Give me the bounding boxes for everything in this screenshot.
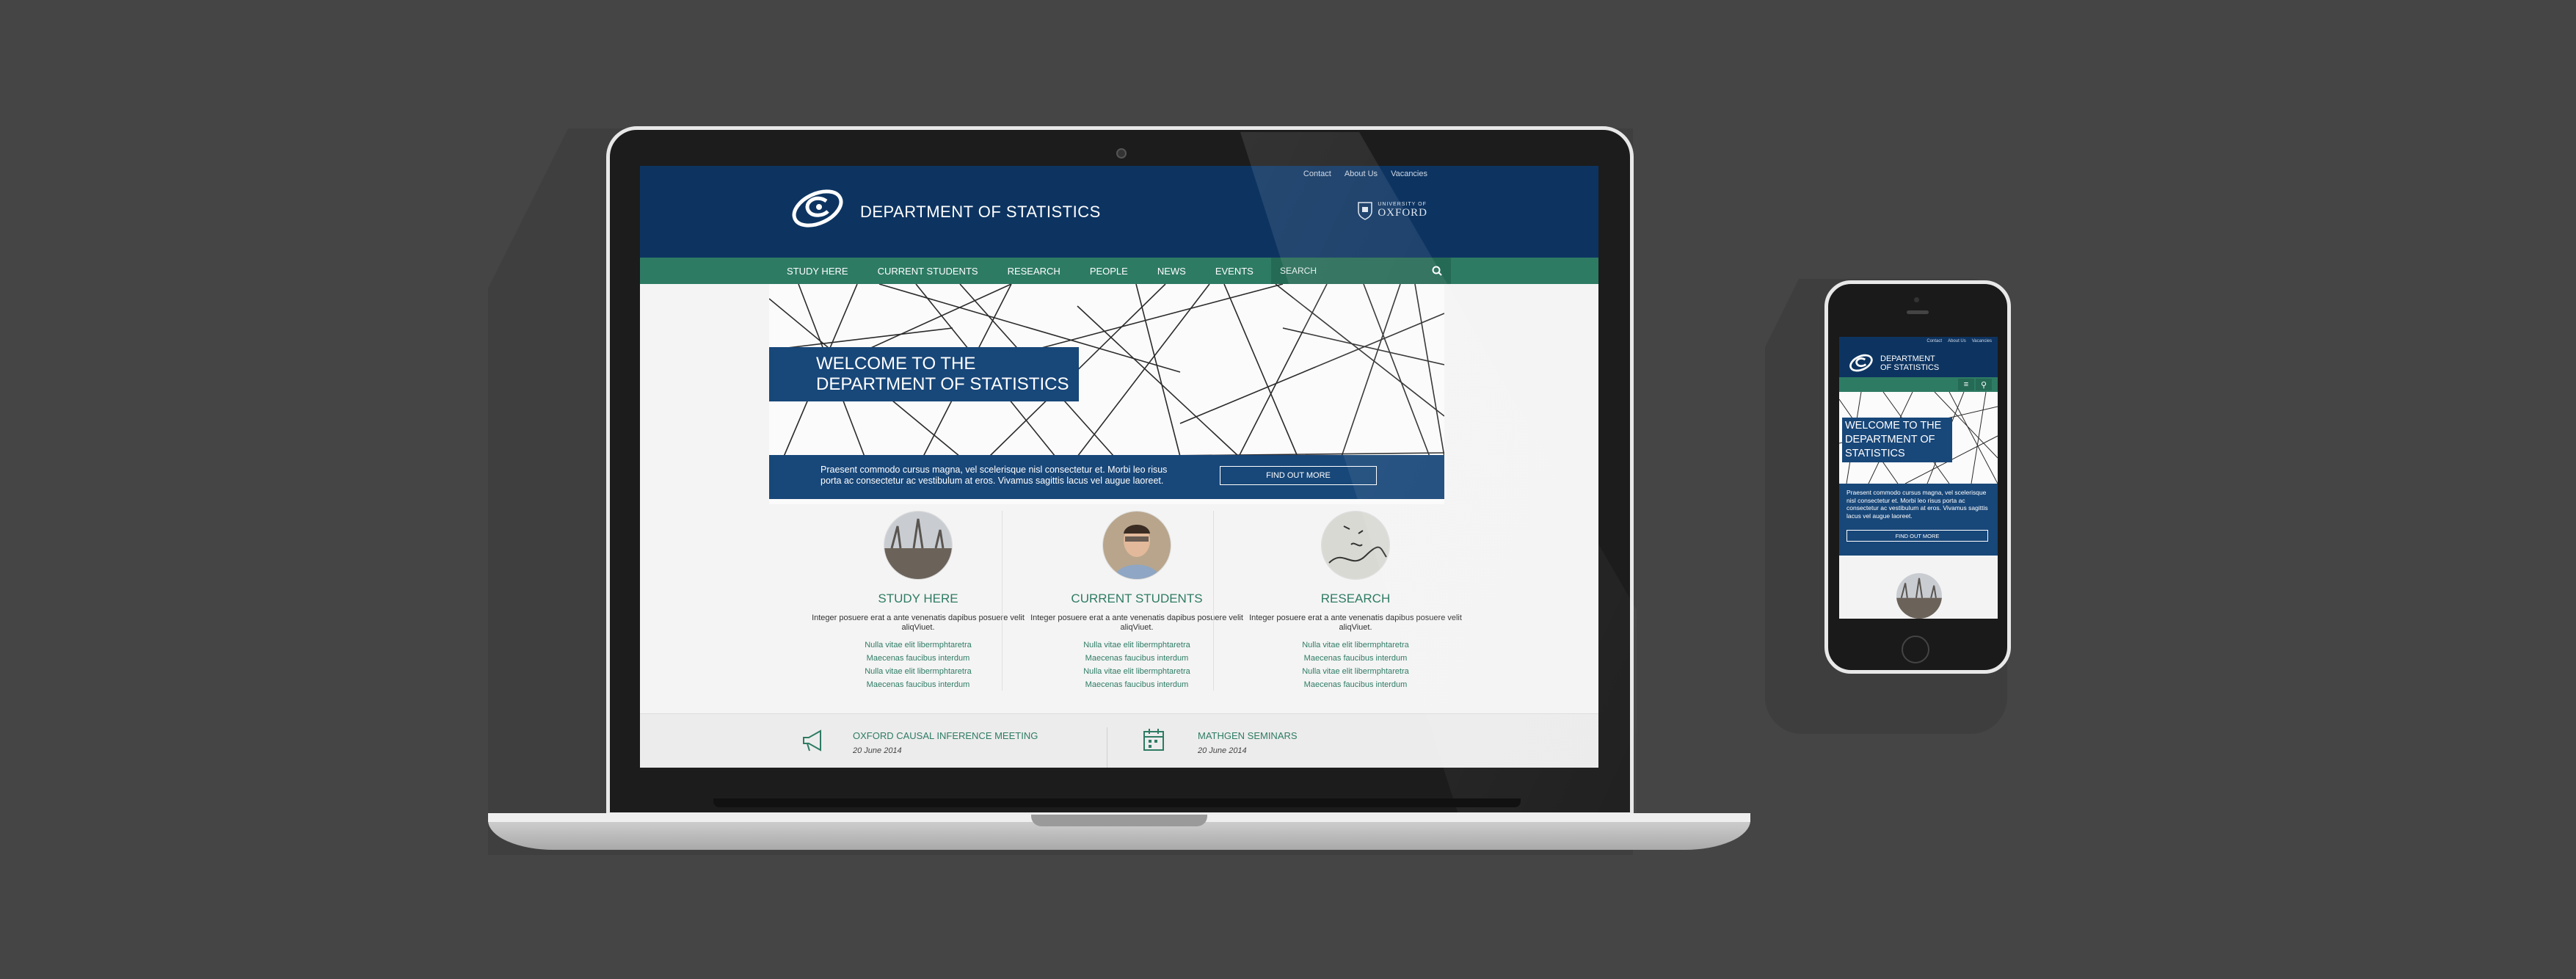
phone-speaker — [1907, 310, 1929, 314]
hero-line-1: WELCOME TO THE — [816, 354, 976, 374]
nav-study-here[interactable]: STUDY HERE — [787, 266, 848, 277]
mobile-title-line-1: DEPARTMENT — [1880, 354, 1935, 363]
mobile-title-line-2: OF STATISTICS — [1880, 363, 1940, 372]
phone-camera — [1914, 297, 1919, 302]
laptop-notch — [1031, 815, 1207, 826]
mobile-study-image[interactable] — [1896, 573, 1942, 619]
column-link[interactable]: Nulla vitae elit libermphtaretra — [1248, 665, 1463, 678]
mobile-find-out-more-button[interactable]: FIND OUT MORE — [1847, 530, 1988, 542]
column-heading[interactable]: RESEARCH — [1248, 592, 1463, 606]
site-title[interactable]: DEPARTMENT OF STATISTICS — [860, 203, 1101, 222]
phone-home-button[interactable] — [1902, 636, 1929, 663]
mobile-site-title[interactable]: DEPARTMENT OF STATISTICS — [1880, 354, 1939, 372]
column-link[interactable]: Nulla vitae elit libermphtaretra — [1029, 665, 1245, 678]
menu-icon[interactable]: ≡ — [1958, 379, 1974, 390]
nav-events[interactable]: EVENTS — [1215, 266, 1254, 277]
events-strip: OXFORD CAUSAL INFERENCE MEETING 20 June … — [640, 713, 1598, 768]
top-link-contact[interactable]: Contact — [1303, 170, 1331, 178]
event-date: 20 June 2014 — [1198, 746, 1247, 755]
column-link[interactable]: Nulla vitae elit libermphtaretra — [1248, 638, 1463, 652]
column-link[interactable]: Maecenas faucibus interdum — [810, 652, 1026, 665]
hero-welcome-box: WELCOME TO THE DEPARTMENT OF STATISTICS — [769, 347, 1080, 401]
search-icon[interactable] — [1432, 266, 1442, 276]
oxford-logo[interactable]: UNIVERSITY OF OXFORD — [1357, 201, 1427, 220]
mobile-hero-line-3: STATISTICS — [1845, 448, 1905, 459]
calendar-icon — [1143, 729, 1164, 751]
oxford-big-text: OXFORD — [1378, 207, 1427, 219]
mobile-hero-line-2: DEPARTMENT OF — [1845, 434, 1935, 445]
top-link-vacancies[interactable]: Vacancies — [1391, 170, 1427, 178]
research-image[interactable] — [1321, 511, 1390, 580]
megaphone-icon — [803, 729, 821, 751]
nav-current-students[interactable]: CURRENT STUDENTS — [878, 266, 978, 277]
column-research: RESEARCH Integer posuere erat a ante ven… — [1248, 511, 1463, 691]
mobile-link-contact[interactable]: Contact — [1926, 339, 1942, 343]
column-text: Integer posuere erat a ante venenatis da… — [1249, 614, 1462, 632]
mobile-header: Contact About Us Vacancies DEPARTMENT OF… — [1839, 337, 1998, 377]
column-heading[interactable]: CURRENT STUDENTS — [1029, 592, 1245, 606]
mobile-top-links: Contact About Us Vacancies — [1926, 339, 1992, 343]
search-placeholder: SEARCH — [1280, 266, 1317, 276]
department-logo-icon[interactable] — [787, 186, 845, 232]
event-title[interactable]: OXFORD CAUSAL INFERENCE MEETING — [853, 730, 1038, 741]
hero-line-2: DEPARTMENT OF STATISTICS — [816, 374, 1069, 394]
mobile-search-icon[interactable]: ⚲ — [1976, 379, 1992, 390]
find-out-more-button[interactable]: FIND OUT MORE — [1220, 466, 1377, 485]
column-link[interactable]: Nulla vitae elit libermphtaretra — [1029, 638, 1245, 652]
top-link-about[interactable]: About Us — [1345, 170, 1378, 178]
oxford-crest-icon — [1358, 202, 1373, 220]
current-students-image[interactable] — [1102, 511, 1171, 580]
column-study-here: STUDY HERE Integer posuere erat a ante v… — [810, 511, 1026, 691]
study-here-image[interactable] — [884, 511, 953, 580]
site-header: Contact About Us Vacancies DEPARTMENT OF… — [640, 166, 1598, 258]
event-title[interactable]: MATHGEN SEMINARS — [1198, 730, 1298, 741]
mobile-link-vacancies[interactable]: Vacancies — [1972, 339, 1992, 343]
mobile-logo-icon[interactable] — [1847, 353, 1874, 374]
column-text: Integer posuere erat a ante venenatis da… — [1030, 614, 1243, 632]
search-input[interactable]: SEARCH — [1271, 258, 1451, 284]
phone-screen: Contact About Us Vacancies DEPARTMENT OF… — [1839, 337, 1998, 619]
column-link[interactable]: Maecenas faucibus interdum — [1248, 678, 1463, 691]
column-link[interactable]: Nulla vitae elit libermphtaretra — [810, 665, 1026, 678]
column-divider — [1213, 511, 1214, 691]
top-links: Contact About Us Vacancies — [1303, 170, 1427, 178]
column-current-students: CURRENT STUDENTS Integer posuere erat a … — [1029, 511, 1245, 691]
laptop-hinge — [713, 798, 1521, 807]
mobile-welcome-box: WELCOME TO THE DEPARTMENT OF STATISTICS — [1842, 418, 1952, 462]
laptop-screen: Contact About Us Vacancies DEPARTMENT OF… — [640, 166, 1598, 768]
column-link[interactable]: Maecenas faucibus interdum — [810, 678, 1026, 691]
hero-banner: WELCOME TO THE DEPARTMENT OF STATISTICS … — [769, 284, 1444, 504]
column-link[interactable]: Maecenas faucibus interdum — [1029, 652, 1245, 665]
column-text: Integer posuere erat a ante venenatis da… — [812, 614, 1025, 632]
main-nav: STUDY HERE CURRENT STUDENTS RESEARCH PEO… — [640, 258, 1598, 284]
column-link[interactable]: Nulla vitae elit libermphtaretra — [810, 638, 1026, 652]
nav-news[interactable]: NEWS — [1157, 266, 1186, 277]
oxford-small-text: UNIVERSITY OF — [1378, 202, 1427, 207]
hero-text: Praesent commodo cursus magna, vel scele… — [821, 465, 1168, 486]
nav-research[interactable]: RESEARCH — [1008, 266, 1060, 277]
laptop-camera — [1116, 148, 1127, 159]
column-link[interactable]: Maecenas faucibus interdum — [1248, 652, 1463, 665]
mobile-hero-text: Praesent commodo cursus magna, vel scele… — [1847, 489, 1988, 520]
column-divider — [1002, 511, 1003, 691]
mobile-hero-line-1: WELCOME TO THE — [1845, 420, 1942, 432]
column-heading[interactable]: STUDY HERE — [810, 592, 1026, 606]
mobile-link-about[interactable]: About Us — [1948, 339, 1966, 343]
column-link[interactable]: Maecenas faucibus interdum — [1029, 678, 1245, 691]
event-date: 20 June 2014 — [853, 746, 902, 755]
mobile-hero: WELCOME TO THE DEPARTMENT OF STATISTICS … — [1839, 392, 1998, 557]
nav-people[interactable]: PEOPLE — [1090, 266, 1128, 277]
